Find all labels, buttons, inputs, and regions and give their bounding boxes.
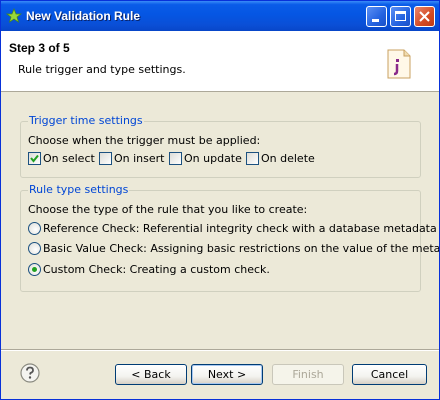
on-select-checkbox[interactable] [28, 152, 41, 165]
rule-type-settings-group: Rule type settings Choose the type of th… [20, 183, 439, 292]
basic-value-check-radio[interactable] [28, 242, 41, 255]
wizard-header: Step 3 of 5 Rule trigger and type settin… [1, 31, 439, 92]
minimize-button[interactable] [366, 6, 387, 27]
maximize-icon [395, 11, 406, 21]
on-delete-checkbox[interactable] [246, 152, 259, 165]
footer-separator [1, 349, 439, 351]
step-description: Rule trigger and type settings. [18, 63, 186, 76]
reference-check-label[interactable]: Reference Check: Referential integrity c… [43, 222, 439, 235]
talend-star-icon [6, 8, 22, 23]
trigger-group-label: Trigger time settings [28, 114, 144, 127]
dialog-window: New Validation Rule Step 3 of 5 Rule tri… [0, 0, 440, 400]
cancel-button[interactable]: Cancel [352, 364, 427, 385]
title-bar[interactable]: New Validation Rule [1, 1, 439, 31]
maximize-button[interactable] [390, 6, 411, 27]
question-circle-icon[interactable] [20, 363, 40, 383]
window-title: New Validation Rule [26, 9, 141, 23]
on-update-label[interactable]: On update [184, 152, 242, 165]
rule-document-icon [387, 49, 411, 79]
basic-value-check-label[interactable]: Basic Value Check: Assigning basic restr… [43, 242, 439, 255]
on-select-label[interactable]: On select [43, 152, 95, 165]
check-icon [30, 154, 39, 163]
trigger-prompt: Choose when the trigger must be applied: [28, 134, 261, 147]
on-update-checkbox[interactable] [169, 152, 182, 165]
radio-selected-dot [32, 267, 37, 272]
back-button[interactable]: < Back [115, 364, 187, 385]
custom-check-label[interactable]: Custom Check: Creating a custom check. [43, 263, 270, 276]
on-insert-label[interactable]: On insert [114, 152, 165, 165]
close-icon [419, 11, 430, 22]
minimize-icon [372, 19, 379, 22]
step-title: Step 3 of 5 [9, 41, 70, 55]
close-button[interactable] [414, 6, 435, 27]
finish-button[interactable]: Finish [272, 364, 344, 385]
rule-type-prompt: Choose the type of the rule that you lik… [28, 203, 308, 216]
reference-check-radio[interactable] [28, 222, 41, 235]
next-button[interactable]: Next > [191, 364, 263, 385]
on-delete-label[interactable]: On delete [261, 152, 315, 165]
trigger-settings-group: Trigger time settings Choose when the tr… [20, 114, 421, 178]
rule-type-group-label: Rule type settings [28, 183, 130, 196]
custom-check-radio[interactable] [28, 263, 41, 276]
on-insert-checkbox[interactable] [99, 152, 112, 165]
